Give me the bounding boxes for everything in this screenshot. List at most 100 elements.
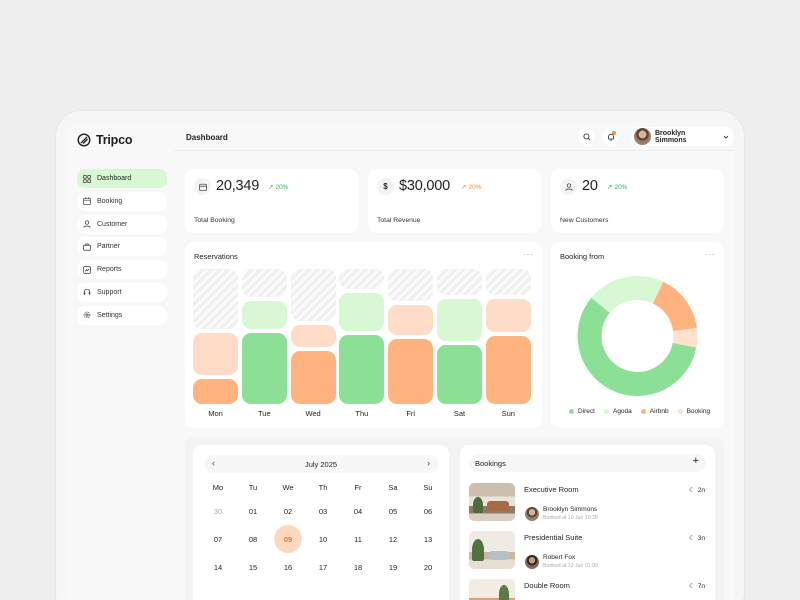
briefcase-icon xyxy=(83,243,91,251)
calendar-day[interactable]: 30 xyxy=(204,497,232,525)
calendar-day-selected[interactable]: 09 xyxy=(274,525,302,553)
booking-item[interactable]: Presidential Suite ☾ 3n Robert Fox Booked… xyxy=(469,531,706,577)
logo[interactable]: Tripco xyxy=(77,133,133,147)
bookings-header: Bookings + xyxy=(469,454,706,472)
moon-icon: ☾ xyxy=(688,583,695,590)
user-icon xyxy=(83,220,91,228)
bar-segment xyxy=(290,325,336,347)
sidebar-item-booking[interactable]: Booking xyxy=(77,191,167,211)
weekday-label: Th xyxy=(318,483,328,492)
grid-icon xyxy=(83,174,91,183)
nights-value: 7n xyxy=(697,582,705,590)
legend-item-agoda: Agoda xyxy=(603,408,632,415)
bar-segment xyxy=(388,339,434,404)
nights-value: 3n xyxy=(697,534,705,542)
stat-trend-value: 20% xyxy=(275,183,289,191)
guest-name: Brooklyn Simmons xyxy=(543,506,598,513)
calendar-day[interactable]: 19 xyxy=(379,553,407,581)
stat-label: Total Booking xyxy=(194,217,235,224)
calendar-day[interactable]: 08 xyxy=(239,525,267,553)
sidebar-item-label: Reports xyxy=(97,266,122,274)
room-name: Executive Room xyxy=(524,485,579,494)
calendar-day[interactable]: 06 xyxy=(414,497,442,525)
add-booking-button[interactable]: + xyxy=(693,455,699,467)
booking-item[interactable]: Executive Room ☾ 2n Brooklyn Simmons Book… xyxy=(469,483,706,529)
user-menu[interactable]: Brooklyn Simmons xyxy=(631,127,734,146)
trend-up-icon: ↗ xyxy=(268,184,274,191)
bar-segment xyxy=(193,379,238,404)
notification-button[interactable] xyxy=(602,128,619,145)
sidebar-item-settings[interactable]: Settings xyxy=(77,305,167,325)
sidebar-item-partner[interactable]: Partner xyxy=(77,237,167,257)
calendar-day[interactable]: 14 xyxy=(204,553,232,581)
stat-label: Total Revenue xyxy=(377,217,421,224)
next-month-button[interactable]: › xyxy=(427,458,430,468)
calendar-icon xyxy=(83,197,91,206)
calendar-day[interactable]: 13 xyxy=(414,525,442,553)
notification-badge xyxy=(612,131,616,135)
legend-label: Direct xyxy=(578,408,595,415)
search-icon xyxy=(582,132,591,141)
stat-card-total-booking: 20,349 ↗ 20% Total Booking xyxy=(185,169,358,233)
sidebar-item-reports[interactable]: Reports xyxy=(77,260,167,280)
bar-segment xyxy=(388,305,434,335)
x-axis-label: Mon xyxy=(208,409,223,418)
app-window: Tripco Dashboard Booking Customer Partne… xyxy=(67,122,734,600)
legend-label: Agoda xyxy=(612,408,632,415)
booking-from-panel: Booking from ··· Direct Agoda Airbnb Boo… xyxy=(551,242,724,428)
sidebar-item-label: Customer xyxy=(97,220,128,228)
bar-segment xyxy=(339,335,385,404)
stat-trend-value: 20% xyxy=(468,183,482,191)
calendar-day[interactable]: 15 xyxy=(239,553,267,581)
stat-trend-value: 20% xyxy=(614,183,628,191)
calendar-day[interactable]: 12 xyxy=(379,525,407,553)
calendar-day[interactable]: 02 xyxy=(274,497,302,525)
more-options-button[interactable]: ··· xyxy=(524,250,534,259)
legend-dot xyxy=(603,409,609,414)
calendar-day[interactable]: 17 xyxy=(309,553,337,581)
booking-item[interactable]: Double Room ☾ 7n xyxy=(469,579,706,600)
legend-dot xyxy=(569,409,574,414)
calendar-day[interactable]: 18 xyxy=(344,553,372,581)
x-axis-label: Thu xyxy=(355,409,369,418)
avatar xyxy=(525,555,539,569)
calendar-day[interactable]: 10 xyxy=(309,525,337,553)
stat-card-new-customers: 20 ↗ 20% New Customers xyxy=(551,169,724,233)
bookings-panel: Bookings + Executive Room ☾ 2n Brooklyn S… xyxy=(460,445,715,600)
panel-title: Bookings xyxy=(475,459,506,468)
chevron-down-icon xyxy=(723,135,729,139)
bar-empty-segment xyxy=(193,269,238,329)
sidebar-item-support[interactable]: Support xyxy=(77,282,167,302)
legend-item-direct: Direct xyxy=(569,408,595,415)
search-button[interactable] xyxy=(578,128,595,145)
sidebar-item-label: Partner xyxy=(97,243,120,251)
calendar-day[interactable]: 20 xyxy=(414,553,442,581)
legend-dot xyxy=(640,409,646,414)
booking-from-donut xyxy=(577,276,698,396)
nights-count: ☾ 7n xyxy=(688,582,705,591)
calendar-day[interactable]: 05 xyxy=(379,497,407,525)
room-name: Presidential Suite xyxy=(524,533,583,542)
bar-empty-segment xyxy=(339,269,385,289)
top-bar: Dashboard Brooklyn Simmons xyxy=(174,122,734,151)
calendar-day[interactable]: 07 xyxy=(204,525,232,553)
booked-at: Booked at 10 Jun 10:30 xyxy=(543,515,598,521)
sidebar-item-customer[interactable]: Customer xyxy=(77,214,167,234)
calendar-day[interactable]: 04 xyxy=(344,497,372,525)
bar-segment xyxy=(241,301,287,329)
bar-segment xyxy=(485,336,531,404)
bar-segment xyxy=(437,345,482,404)
stat-value: 20 xyxy=(582,178,598,194)
sidebar-item-label: Settings xyxy=(97,311,123,319)
page-title: Dashboard xyxy=(186,133,228,142)
bar-segment xyxy=(485,299,531,332)
stat-trend: ↗ 20% xyxy=(461,183,482,192)
chart-icon xyxy=(83,265,91,274)
calendar-day[interactable]: 01 xyxy=(239,497,267,525)
calendar-day[interactable]: 16 xyxy=(274,553,302,581)
stat-value: $30,000 xyxy=(399,178,451,194)
bar-empty-segment xyxy=(437,269,482,295)
calendar-day[interactable]: 11 xyxy=(344,525,372,553)
sidebar-item-dashboard[interactable]: Dashboard xyxy=(77,169,167,188)
calendar-day[interactable]: 03 xyxy=(309,497,337,525)
